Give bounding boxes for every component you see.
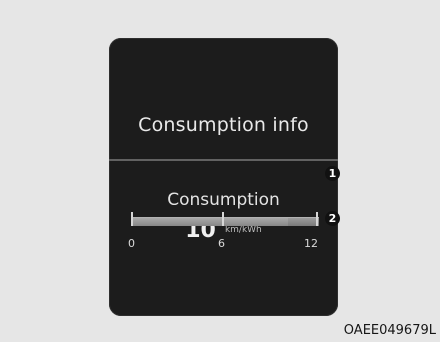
gauge-tick-mid <box>222 212 224 226</box>
callout-marker-1: 1 <box>325 166 340 181</box>
gauge-tick-max <box>316 212 318 226</box>
consumption-info-panel: Consumption info Consumption 1 0 km/kWh <box>109 38 338 316</box>
title-divider <box>109 159 338 161</box>
consumption-label: Consumption <box>167 190 280 210</box>
gauge-tick-min <box>131 212 133 226</box>
gauge-label-mid: 6 <box>218 237 225 250</box>
panel-title: Consumption info <box>138 114 309 136</box>
figure-code: OAEE049679L <box>343 323 436 338</box>
gauge-label-min: 0 <box>128 237 135 250</box>
gauge-label-max: 12 <box>304 237 318 250</box>
consumption-gauge-fill <box>132 218 288 226</box>
consumption-gauge-bar <box>132 217 319 226</box>
callout-marker-2: 2 <box>325 211 340 226</box>
consumption-unit: km/kWh <box>224 225 262 235</box>
